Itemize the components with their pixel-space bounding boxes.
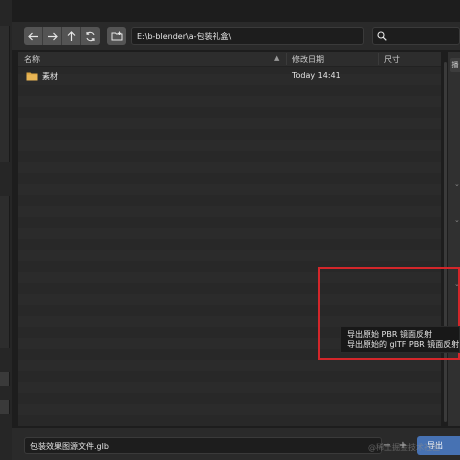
arrow-up-icon bbox=[67, 30, 75, 41]
tooltip-line-1: 导出原始 PBR 镜面反射 bbox=[347, 330, 432, 339]
left-panel-middle bbox=[0, 196, 10, 348]
parent-directory-button[interactable] bbox=[62, 27, 81, 45]
back-button[interactable] bbox=[24, 27, 43, 45]
left-panel-button[interactable] bbox=[0, 372, 10, 386]
column-size-header[interactable]: 尺寸 bbox=[384, 54, 400, 65]
search-input[interactable] bbox=[372, 27, 460, 45]
folder-icon bbox=[26, 72, 38, 81]
forward-button[interactable] bbox=[43, 27, 62, 45]
column-divider[interactable] bbox=[286, 53, 287, 65]
refresh-icon bbox=[86, 31, 95, 41]
file-list-header: 名称 ▲ 修改日期 尺寸 bbox=[18, 52, 441, 67]
filename-input[interactable]: 包装效果图源文件.glb bbox=[24, 437, 382, 454]
file-modified: Today 14:41 bbox=[292, 71, 341, 80]
column-divider[interactable] bbox=[378, 53, 379, 65]
left-panel-top bbox=[0, 26, 10, 162]
left-panel-button-2[interactable] bbox=[0, 400, 10, 414]
folder-plus-icon bbox=[111, 31, 122, 41]
table-row[interactable]: 素材 Today 14:41 bbox=[18, 70, 441, 82]
side-panel-tab[interactable]: 播 bbox=[450, 58, 460, 72]
scrollbar-thumb[interactable] bbox=[444, 62, 447, 422]
column-name-header[interactable]: 名称 bbox=[24, 54, 40, 65]
column-modified-header[interactable]: 修改日期 bbox=[292, 54, 324, 65]
file-list[interactable] bbox=[18, 52, 441, 426]
tooltip-line-2: 导出原始的 glTF PBR 镜面反射, bbox=[347, 340, 460, 349]
refresh-button[interactable] bbox=[81, 27, 100, 45]
watermark: @稀土掘金技术社区 bbox=[368, 443, 440, 452]
sort-indicator-icon: ▲ bbox=[274, 54, 280, 62]
navigation-buttons bbox=[24, 27, 100, 45]
side-panel bbox=[448, 52, 460, 426]
file-name: 素材 bbox=[42, 72, 58, 81]
magnifier-icon bbox=[377, 31, 387, 41]
new-folder-button[interactable] bbox=[107, 27, 126, 45]
tooltip: 导出原始 PBR 镜面反射 导出原始的 glTF PBR 镜面反射, bbox=[340, 326, 460, 353]
left-strip bbox=[0, 0, 12, 460]
chevron-down-icon[interactable]: ⌄ bbox=[454, 216, 460, 224]
chevron-down-icon[interactable]: ⌄ bbox=[454, 180, 460, 188]
arrow-left-icon bbox=[27, 32, 38, 40]
directory-path-input[interactable]: E:\b-blender\a-包装礼盒\ bbox=[131, 27, 364, 45]
arrow-right-icon bbox=[47, 32, 58, 40]
